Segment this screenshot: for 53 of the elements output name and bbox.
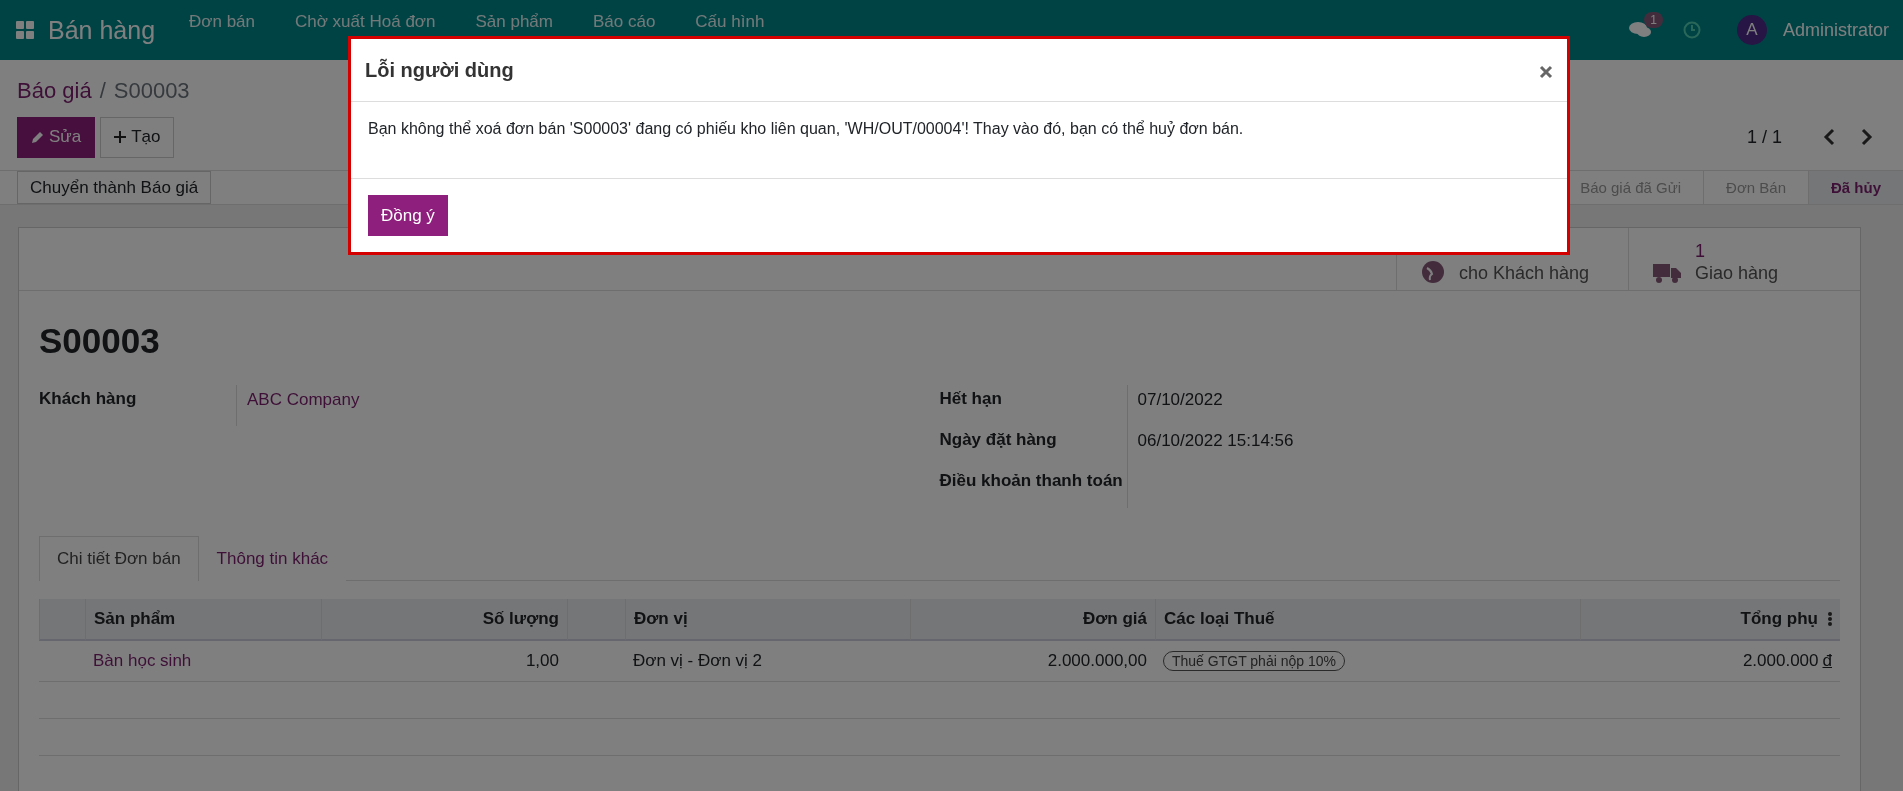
previous-icon[interactable]: [1822, 128, 1836, 146]
column-header: Đơn vị: [625, 599, 910, 641]
field-value[interactable]: ABC Company: [237, 385, 940, 426]
table-cell: 1,00: [321, 641, 567, 682]
column-header: Các loại Thuế: [1155, 599, 1580, 641]
pencil-icon: [31, 130, 44, 144]
dialog-message: Bạn không thể xoá đơn bán 'S00003' đang có phiếu kho liên quan, 'WH/OUT/00004'! Thay vào đó, bạn có thể huỷ đơn bán.: [351, 102, 1567, 179]
table-cell: Đơn vị - Đơn vị 2: [625, 641, 910, 682]
record-title: S00003: [39, 321, 161, 361]
status-step[interactable]: Đã hủy: [1808, 171, 1903, 204]
column-header: [39, 599, 85, 641]
menu-item[interactable]: Chờ xuất Hoá đơn: [295, 0, 436, 32]
more-options-icon[interactable]: [1828, 612, 1832, 626]
convert-button[interactable]: Chuyển thành Báo giá: [17, 171, 212, 204]
ok-button[interactable]: Đồng ý: [368, 195, 448, 236]
chat-icon[interactable]: [1628, 21, 1651, 39]
edit-button[interactable]: Sửa: [17, 116, 96, 158]
field-value: 06/10/2022 15:14:56: [1136, 430, 1295, 452]
field-value: 07/10/2022: [1136, 389, 1224, 411]
next-icon[interactable]: [1860, 128, 1874, 146]
tab[interactable]: Chi tiết Đơn bán: [39, 536, 199, 581]
column-header: [567, 599, 625, 641]
currency-symbol: đ: [1822, 651, 1832, 671]
apps-menu-icon[interactable]: [16, 21, 34, 39]
user-name[interactable]: Administrator: [1782, 19, 1889, 41]
breadcrumb-link[interactable]: Báo giá: [17, 78, 92, 104]
column-header: Sản phẩm: [85, 599, 321, 641]
pager-value: 1 / 1: [1746, 126, 1782, 148]
dialog-title: Lỗi người dùng: [365, 58, 514, 82]
table-cell: 2.000.000: [1742, 651, 1819, 671]
breadcrumb-separator: /: [99, 78, 106, 104]
menu-item[interactable]: Cấu hình: [695, 0, 765, 32]
globe-icon: [1421, 260, 1445, 284]
column-header: Đơn giá: [910, 599, 1155, 641]
truck-icon: [1653, 262, 1681, 284]
menu-item[interactable]: Sản phẩm: [475, 0, 553, 32]
breadcrumb-current: S00003: [113, 78, 190, 104]
user-avatar[interactable]: A: [1736, 15, 1767, 45]
field-label: Khách hàng: [39, 385, 237, 426]
field-label: Điều khoản thanh toán: [939, 467, 1128, 508]
app-name: Bán hàng: [48, 15, 156, 45]
field-label: Hết hạn: [939, 385, 1128, 426]
field-label: Ngày đặt hàng: [939, 426, 1128, 467]
column-header: Tổng phụ: [1580, 599, 1840, 641]
menu-item[interactable]: Báo cáo: [592, 0, 656, 32]
column-header: Số lượng: [321, 599, 567, 641]
plus-icon: [114, 131, 127, 143]
menu-item[interactable]: Đơn bán: [189, 0, 255, 32]
message-count: 1: [1644, 12, 1663, 28]
product-link[interactable]: Bàn học sinh: [85, 641, 321, 682]
create-button[interactable]: Tạo: [100, 116, 175, 158]
table-cell: 2.000.000,00: [910, 641, 1155, 682]
smart-button[interactable]: 1 Giao hàng: [1628, 228, 1860, 290]
